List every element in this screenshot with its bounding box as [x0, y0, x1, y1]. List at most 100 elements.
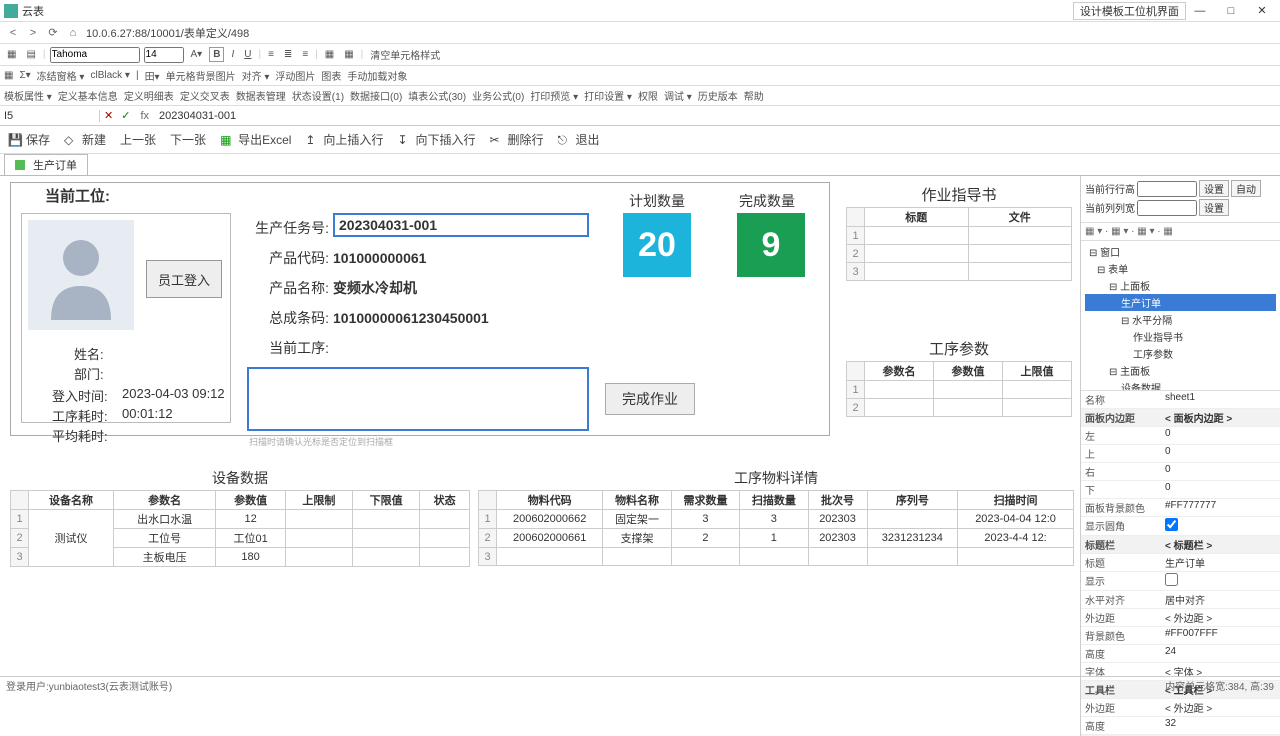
new-button[interactable]: ◇新建 — [64, 131, 106, 148]
plan-qty-label: 计划数量 — [629, 191, 685, 211]
insert-down-button[interactable]: ↧向下插入行 — [397, 131, 475, 148]
tpl-props-button[interactable]: 模板属性 ▾ — [4, 88, 52, 103]
bizformula-button[interactable]: 业务公式(0) — [472, 88, 524, 103]
auth-button[interactable]: 权限 — [638, 88, 658, 103]
home-icon[interactable]: ⌂ — [66, 27, 80, 39]
font-name-select[interactable] — [50, 47, 140, 63]
cell-ref[interactable]: I5 — [0, 110, 100, 122]
reload-icon[interactable]: ⟳ — [46, 26, 60, 39]
save-button[interactable]: 💾保存 — [8, 131, 50, 148]
close-button[interactable]: ✕ — [1248, 4, 1276, 17]
scan-input[interactable] — [247, 367, 589, 431]
table-row[interactable]: 2 — [847, 245, 1072, 263]
formula-value[interactable]: 202304031-001 — [155, 110, 1280, 122]
checkbox[interactable] — [1165, 573, 1178, 586]
accept-formula-icon[interactable]: ✓ — [117, 109, 134, 122]
bold-button[interactable]: B — [209, 47, 224, 62]
table-row[interactable]: 1 — [847, 227, 1072, 245]
font-color-icon[interactable]: A▾ — [188, 48, 206, 61]
align-left-icon[interactable]: ≡ — [265, 48, 277, 61]
history-button[interactable]: 历史版本 — [698, 88, 738, 103]
freeze-button[interactable]: 冻结窗格 ▾ — [37, 68, 85, 83]
tree-node[interactable]: 工序参数 — [1085, 345, 1276, 362]
table-row[interactable]: 1200602000662固定架一332023032023-04-04 12:0 — [479, 510, 1074, 529]
prev-button[interactable]: 上一张 — [120, 131, 156, 148]
dept-label: 部门: — [74, 364, 104, 383]
font-size-select[interactable] — [144, 47, 184, 63]
back-icon[interactable]: < — [6, 27, 20, 39]
align-center-icon[interactable]: ≣ — [281, 48, 295, 61]
forward-icon[interactable]: > — [26, 27, 40, 39]
toolbar-icon[interactable]: ▦ — [4, 48, 19, 61]
min-button[interactable]: — — [1186, 5, 1214, 17]
table-row[interactable]: 2200602000661支撑架2120230332312312342023-4… — [479, 529, 1074, 548]
exit-button[interactable]: ⎋退出 — [557, 131, 599, 148]
dataif-button[interactable]: 数据接口(0) — [350, 88, 402, 103]
worker-login-button[interactable]: 员工登入 — [146, 260, 222, 298]
checkbox[interactable] — [1165, 518, 1178, 531]
toolbar-icon[interactable]: Σ▾ — [19, 70, 30, 81]
italic-button[interactable]: I — [228, 48, 237, 61]
col-width-input[interactable] — [1137, 200, 1197, 216]
row-height-input[interactable] — [1137, 181, 1197, 197]
form-canvas[interactable]: 当前工位: 员工登入 姓名: 部门: 登入时间: 2023-04-03 09:1… — [0, 176, 1080, 736]
data-mgr-button[interactable]: 数据表管理 — [236, 88, 286, 103]
export-excel-button[interactable]: ▦导出Excel — [220, 131, 291, 148]
table-row[interactable]: 1测试仪出水口水温12 — [11, 510, 470, 529]
tree-node[interactable]: 作业指导书 — [1085, 328, 1276, 345]
floatimg-button[interactable]: 浮动图片 — [275, 68, 315, 83]
device-title: 设备数据 — [10, 466, 470, 490]
tree-node[interactable]: ⊟ 主面板 — [1085, 362, 1276, 379]
toolbar-icon[interactable]: ▦ — [4, 70, 13, 81]
tree-node[interactable]: ⊟ 水平分隔 — [1085, 311, 1276, 328]
merge-icon[interactable]: ▦ — [341, 48, 356, 61]
statuses-button[interactable]: 状态设置(1) — [292, 88, 344, 103]
debug-button[interactable]: 调试 ▾ — [664, 88, 692, 103]
border-icon[interactable]: 田▾ — [145, 68, 160, 83]
table-row[interactable]: 3 — [479, 548, 1074, 566]
table-row[interactable]: 1 — [847, 381, 1072, 399]
address-url[interactable]: 10.0.6.27:88/10001/表单定义/498 — [86, 25, 1274, 41]
toolbar-icon[interactable]: ▤ — [23, 48, 38, 61]
underline-button[interactable]: U — [241, 48, 254, 61]
structure-tree[interactable]: ⊟ 窗口 ⊟ 表单 ⊟ 上面板 生产订单 ⊟ 水平分隔 作业指导书 工序参数 ⊟… — [1081, 241, 1280, 391]
def-cross-button[interactable]: 定义交叉表 — [180, 88, 230, 103]
align-button[interactable]: 对齐 ▾ — [242, 68, 270, 83]
set-button[interactable]: 设置 — [1199, 180, 1229, 197]
def-detail-button[interactable]: 定义明细表 — [124, 88, 174, 103]
help-button[interactable]: 帮助 — [744, 88, 764, 103]
cellbg-button[interactable]: 单元格背景图片 — [166, 68, 236, 83]
params-title: 工序参数 — [846, 336, 1072, 361]
tree-node[interactable]: ⊟ 窗口 — [1085, 243, 1276, 260]
color-picker[interactable]: clBlack ▾ — [90, 70, 129, 81]
table-row[interactable]: 3 — [847, 263, 1072, 281]
printpre-button[interactable]: 打印预览 ▾ — [530, 88, 578, 103]
tree-node[interactable]: ⊟ 表单 — [1085, 260, 1276, 277]
delete-row-button[interactable]: ✂删除行 — [489, 131, 543, 148]
align-right-icon[interactable]: ≡ — [299, 48, 311, 61]
sheet-tab[interactable]: 生产订单 — [4, 154, 88, 175]
def-basic-button[interactable]: 定义基本信息 — [58, 88, 118, 103]
next-button[interactable]: 下一张 — [170, 131, 206, 148]
clear-format-button[interactable]: 清空单元格样式 — [367, 46, 443, 63]
tree-node[interactable]: 设备数据 — [1085, 379, 1276, 391]
table-row[interactable]: 2 — [847, 399, 1072, 417]
complete-button[interactable]: 完成作业 — [605, 383, 695, 415]
cancel-formula-icon[interactable]: ✕ — [100, 109, 117, 122]
fx-icon[interactable]: fx — [134, 110, 155, 122]
set-button[interactable]: 设置 — [1199, 199, 1229, 216]
guide-col-file: 文件 — [968, 208, 1072, 227]
auto-button[interactable]: 自动 — [1231, 180, 1261, 197]
chart-button[interactable]: 图表 — [321, 68, 341, 83]
fill-icon[interactable]: ▦ — [322, 48, 337, 61]
max-button[interactable]: □ — [1217, 5, 1245, 17]
tree-node-selected[interactable]: 生产订单 — [1085, 294, 1276, 311]
status-cell-size: 内容单元格宽:384, 高:39 — [1165, 678, 1274, 693]
insert-up-button[interactable]: ↥向上插入行 — [305, 131, 383, 148]
tree-node[interactable]: ⊟ 上面板 — [1085, 277, 1276, 294]
fillformula-button[interactable]: 填表公式(30) — [408, 88, 466, 103]
task-number-cell[interactable]: 202304031-001 — [333, 213, 589, 237]
printset-button[interactable]: 打印设置 ▾ — [584, 88, 632, 103]
window-tab[interactable]: 设计模板工位机界面 — [1073, 2, 1186, 20]
manual-load-button[interactable]: 手动加载对象 — [347, 68, 407, 83]
